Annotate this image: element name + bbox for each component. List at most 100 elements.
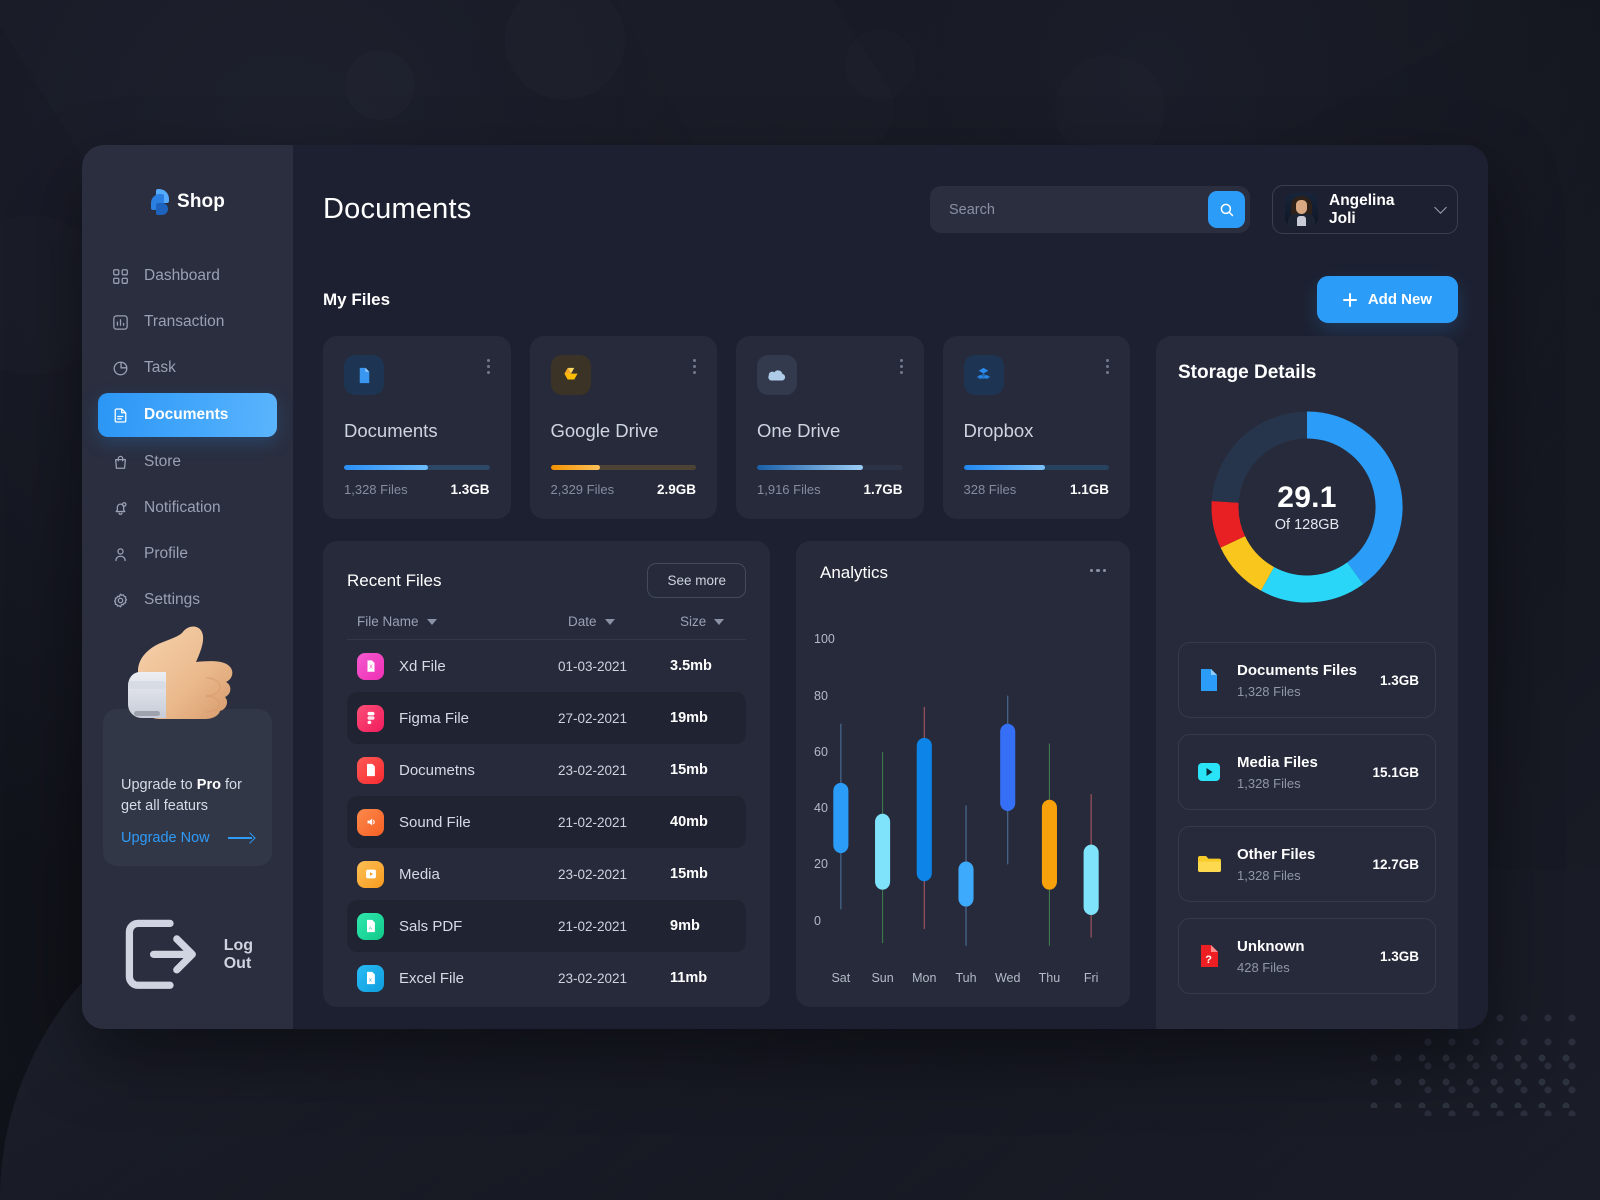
storage-item-other[interactable]: Other Files 1,328 Files 12.7GB <box>1178 826 1436 902</box>
card-file-count: 2,329 Files <box>550 482 615 497</box>
sidebar-item-task[interactable]: Task <box>98 347 277 389</box>
file-card-one-drive[interactable]: One Drive 1,916 Files 1.7GB <box>736 336 924 519</box>
storage-item-name: Unknown <box>1237 937 1305 955</box>
unknown-icon: ? <box>1195 942 1223 970</box>
card-menu-button[interactable] <box>693 355 696 374</box>
storage-item-size: 15.1GB <box>1372 764 1419 780</box>
sidebar-item-dashboard[interactable]: Dashboard <box>98 255 277 297</box>
svg-text:?: ? <box>1205 954 1212 966</box>
storage-donut: 29.1 Of 128GB <box>1206 406 1408 608</box>
table-row[interactable]: A Sals PDF 21-02-2021 9mb <box>347 900 746 952</box>
storage-item-media[interactable]: Media Files 1,328 Files 15.1GB <box>1178 734 1436 810</box>
caret-down-icon <box>604 618 615 625</box>
storage-item-size: 1.3GB <box>1379 672 1419 688</box>
caret-down-icon <box>714 618 725 625</box>
file-date: 21-02-2021 <box>558 814 628 830</box>
upgrade-now-link[interactable]: Upgrade Now <box>121 830 254 846</box>
promo-text: Upgrade to Pro for get all featurs <box>121 775 254 816</box>
card-menu-button[interactable] <box>1106 355 1109 374</box>
file-card-documents[interactable]: Documents 1,328 Files 1.3GB <box>323 336 511 519</box>
candlestick-svg <box>833 695 1099 946</box>
x-axis-tick: Sun <box>871 971 894 985</box>
sidebar: Shop Dashboard Transaction Task Document… <box>82 145 293 1029</box>
analytics-menu-button[interactable] <box>1089 563 1106 573</box>
sidebar-item-documents[interactable]: Documents <box>98 393 277 437</box>
file-size: 40mb <box>670 814 708 830</box>
storage-item-files: 428 Files <box>1237 959 1290 975</box>
file-name: Sound File <box>399 813 471 831</box>
media-icon <box>357 860 384 888</box>
column-header-size[interactable]: Size <box>680 614 746 629</box>
table-row[interactable]: X Xd File 01-03-2021 3.5mb <box>347 640 746 692</box>
see-more-button[interactable]: See more <box>647 563 746 598</box>
sidebar-item-label: Documents <box>144 406 229 423</box>
card-progress-fill <box>344 465 429 470</box>
add-new-button[interactable]: Add New <box>1316 276 1458 323</box>
storage-item-files: 1,328 Files <box>1237 683 1301 699</box>
y-axis-tick: 20 <box>814 857 828 872</box>
sidebar-item-store[interactable]: Store <box>98 441 277 483</box>
search-button[interactable] <box>1208 191 1245 228</box>
table-row[interactable]: Media 23-02-2021 15mb <box>347 848 746 900</box>
x-axis-tick: Sat <box>831 971 851 985</box>
file-name: Media <box>399 865 440 883</box>
play-icon <box>1195 758 1223 786</box>
file-size: 9mb <box>670 918 700 934</box>
table-row[interactable]: Figma File 27-02-2021 19mb <box>347 692 746 744</box>
storage-item-unknown[interactable]: ? Unknown 428 Files 1.3GB <box>1178 918 1436 994</box>
sidebar-item-transaction[interactable]: Transaction <box>98 301 277 343</box>
sidebar-item-notification[interactable]: Notification <box>98 487 277 529</box>
file-card-google-drive[interactable]: Google Drive 2,329 Files 2.9GB <box>529 336 717 519</box>
storage-item-documents[interactable]: Documents Files 1,328 Files 1.3GB <box>1178 642 1436 718</box>
logout-icon <box>125 920 196 990</box>
column-header-file-name[interactable]: File Name <box>357 614 568 629</box>
content-area: Documents 1,328 Files 1.3GB Google Drive… <box>323 336 1458 1029</box>
chevron-down-icon <box>1434 201 1447 214</box>
sound-icon <box>357 808 384 836</box>
storage-item-name: Media Files <box>1237 753 1318 771</box>
avatar <box>1285 193 1318 226</box>
card-menu-button[interactable] <box>899 355 903 374</box>
file-date: 23-02-2021 <box>558 866 628 882</box>
card-progress-track <box>344 465 490 470</box>
document-icon <box>114 407 127 423</box>
file-name: Xd File <box>399 657 446 675</box>
search-input[interactable] <box>949 201 1208 218</box>
card-menu-button[interactable] <box>486 355 490 374</box>
file-card-dropbox[interactable]: Dropbox 328 Files 1.1GB <box>942 336 1130 519</box>
card-progress-track <box>963 465 1109 470</box>
card-size: 1.1GB <box>1069 482 1109 497</box>
sidebar-item-profile[interactable]: Profile <box>98 533 277 575</box>
my-files-header: My Files Add New <box>323 276 1458 323</box>
file-icon <box>1195 666 1223 694</box>
file-date: 27-02-2021 <box>558 710 628 726</box>
page-root: Shop Dashboard Transaction Task Document… <box>0 0 1600 1200</box>
card-progress-fill <box>963 465 1045 470</box>
card-file-count: 1,328 Files <box>344 482 408 497</box>
storage-title: Storage Details <box>1178 362 1317 383</box>
dropbox-icon <box>963 355 1004 395</box>
brand-logo[interactable]: Shop <box>82 145 293 215</box>
analytics-panel: Analytics 0 20 40 60 80 100 Sat Sun Mon Tuh Wed Th… <box>796 541 1130 1007</box>
card-size: 1.7GB <box>863 482 903 497</box>
thumbs-up-illustration <box>128 626 233 720</box>
y-axis-tick: 40 <box>814 801 828 816</box>
card-title: Google Drive <box>550 420 659 441</box>
doc-icon <box>357 756 384 784</box>
user-profile-menu[interactable]: Angelina Joli <box>1272 185 1458 234</box>
top-bar-right: Angelina Joli <box>930 185 1458 234</box>
card-title: Documents <box>344 420 438 441</box>
sidebar-item-label: Transaction <box>144 313 225 330</box>
logout-label: Log Out <box>223 936 254 972</box>
card-file-count: 328 Files <box>963 482 1017 497</box>
file-name: Excel File <box>399 969 465 987</box>
file-date: 21-02-2021 <box>558 918 628 934</box>
table-row[interactable]: X Excel File 23-02-2021 11mb <box>347 952 746 1004</box>
column-header-date[interactable]: Date <box>568 614 680 629</box>
table-row[interactable]: Sound File 21-02-2021 40mb <box>347 796 746 848</box>
file-date: 01-03-2021 <box>558 658 628 674</box>
add-new-label: Add New <box>1367 291 1432 308</box>
recent-files-panel: Recent Files See more File Name Date Siz… <box>323 541 770 1007</box>
logout-button[interactable]: Log Out <box>82 906 293 1003</box>
table-row[interactable]: Documetns 23-02-2021 15mb <box>347 744 746 796</box>
